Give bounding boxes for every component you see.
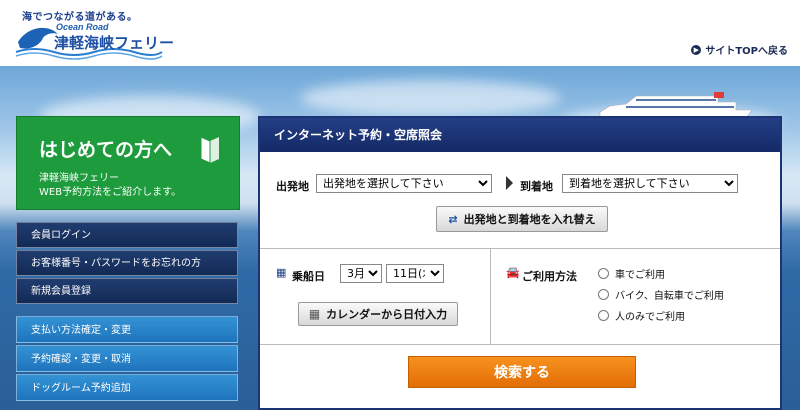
beginner-mark-icon <box>200 136 219 164</box>
logo-name: 津軽海峡フェリー <box>54 34 175 52</box>
arrow-right-icon <box>506 176 513 190</box>
member-menu: 会員ログイン お客様番号・パスワードをお忘れの方 新規会員登録 <box>16 222 238 306</box>
beginner-line1: 津軽海峡フェリー <box>39 173 119 184</box>
day-select[interactable]: 11日(木) <box>386 264 444 283</box>
calendar-grid-icon: ▦ <box>308 307 321 321</box>
site-top-link[interactable]: ▶ サイトTOPへ戻る <box>691 42 788 57</box>
site-header: 海でつながる道がある。 Ocean Road 津軽海峡フェリー ▶ サイトTOP… <box>0 0 800 66</box>
arrow-circle-icon: ▶ <box>691 44 702 55</box>
departure-select[interactable]: 出発地を選択して下さい <box>316 174 492 193</box>
logo-subtitle: Ocean Road <box>56 22 109 32</box>
radio-circle[interactable] <box>598 310 609 321</box>
beginner-title: はじめての方へ <box>39 139 173 161</box>
month-select[interactable]: 3月 <box>340 264 382 283</box>
divider <box>490 248 491 344</box>
menu-forgot-password[interactable]: お客様番号・パスワードをお忘れの方 <box>16 250 238 276</box>
arrival-label: 到着地 <box>520 180 553 193</box>
cloud <box>300 80 560 116</box>
car-icon: 🚘 <box>506 266 520 279</box>
divider <box>260 248 780 249</box>
search-button[interactable]: 検索する <box>408 356 636 388</box>
swap-arrows-icon: ⇄ <box>448 212 458 226</box>
usage-label: ご利用方法 <box>522 270 577 283</box>
radio-bike-label: バイク、自転車でご利用 <box>615 291 724 302</box>
radio-car[interactable]: 車でご利用 <box>598 266 665 281</box>
radio-bike[interactable]: バイク、自転車でご利用 <box>598 287 724 302</box>
menu-dogroom-add[interactable]: ドッグルーム予約追加 <box>16 374 238 401</box>
beginner-line2: WEB予約方法をご紹介します。 <box>39 187 182 198</box>
date-label: 乗船日 <box>292 270 325 283</box>
menu-new-registration[interactable]: 新規会員登録 <box>16 278 238 304</box>
radio-circle[interactable] <box>598 268 609 279</box>
swap-button-label: 出発地と到着地を入れ替え <box>463 213 596 226</box>
calendar-input-button[interactable]: ▦ カレンダーから日付入力 <box>298 302 458 326</box>
site-top-link-label: サイトTOPへ戻る <box>705 46 788 57</box>
radio-car-label: 車でご利用 <box>615 270 665 281</box>
divider <box>260 344 780 345</box>
arrival-select[interactable]: 到着地を選択して下さい <box>562 174 738 193</box>
reservation-panel: インターネット予約・空席照会 出発地 出発地を選択して下さい 到着地 到着地を選… <box>258 116 782 410</box>
menu-member-login[interactable]: 会員ログイン <box>16 222 238 248</box>
menu-reservation-confirm[interactable]: 予約確認・変更・取消 <box>16 345 238 372</box>
calendar-icon: ▦ <box>276 266 287 279</box>
reservation-menu: 支払い方法確定・変更 予約確認・変更・取消 ドッグルーム予約追加 <box>16 316 238 403</box>
panel-title: インターネット予約・空席照会 <box>260 118 780 152</box>
radio-circle[interactable] <box>598 289 609 300</box>
calendar-button-label: カレンダーから日付入力 <box>326 308 448 321</box>
radio-person-label: 人のみでご利用 <box>615 312 685 323</box>
radio-person[interactable]: 人のみでご利用 <box>598 308 685 323</box>
departure-label: 出発地 <box>276 180 309 193</box>
swap-button[interactable]: ⇄ 出発地と到着地を入れ替え <box>436 206 608 232</box>
beginner-guide-box[interactable]: はじめての方へ 津軽海峡フェリー WEB予約方法をご紹介します。 <box>16 116 240 210</box>
menu-payment-method[interactable]: 支払い方法確定・変更 <box>16 316 238 343</box>
